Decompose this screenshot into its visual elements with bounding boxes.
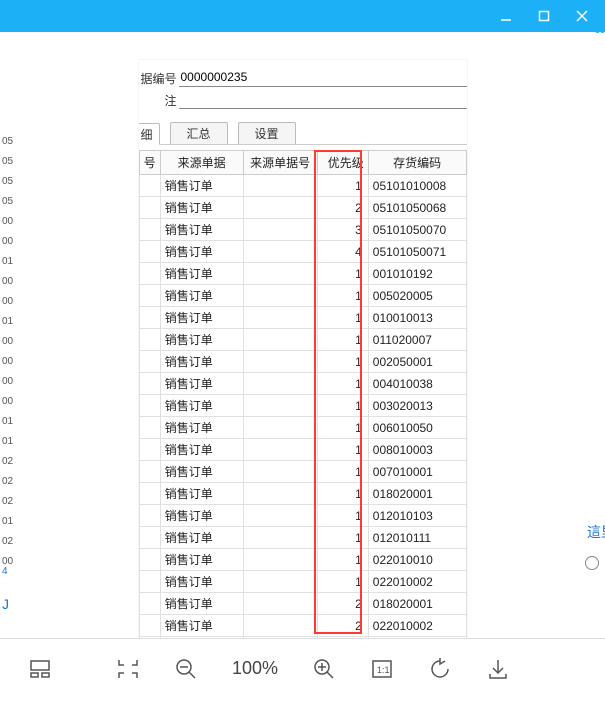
titlebar — [0, 0, 605, 32]
table-row[interactable]: 销售订单1022010002 — [139, 571, 466, 593]
col-code[interactable]: 存货编码 — [368, 151, 466, 175]
tab-detail[interactable]: 细 — [139, 123, 160, 145]
table-row[interactable]: 销售订单1006010050 — [139, 417, 466, 439]
table-row[interactable]: 销售订单1022010010 — [139, 549, 466, 571]
code-field[interactable]: 0000000235 — [179, 69, 467, 87]
table-row[interactable]: 销售订单205101050068 — [139, 197, 466, 219]
download-button[interactable] — [482, 653, 514, 685]
col-src[interactable]: 来源单据 — [160, 151, 243, 175]
table-row[interactable]: 销售订单1008010003 — [139, 439, 466, 461]
table-row[interactable]: 销售订单1012010111 — [139, 527, 466, 549]
table-row[interactable]: 销售订单2018020001 — [139, 593, 466, 615]
left-markers: 0505050500000100000100000000010102020201… — [2, 132, 13, 572]
viewer-toolbar: 100% 1:1 — [0, 638, 605, 698]
col-srcno[interactable]: 来源单据号 — [243, 151, 317, 175]
rotate-button[interactable] — [424, 653, 456, 685]
remark-label: 注 — [139, 92, 179, 109]
svg-text:1:1: 1:1 — [377, 665, 390, 675]
right-hint-text: 這里 — [587, 522, 605, 542]
crop-button[interactable] — [112, 653, 144, 685]
remark-field[interactable] — [179, 91, 467, 109]
table-row[interactable]: 销售订单1001010192 — [139, 263, 466, 285]
tab-summary[interactable]: 汇总 — [170, 122, 228, 144]
table-row[interactable]: 销售订单305101050070 — [139, 219, 466, 241]
col-num[interactable]: 号 — [139, 151, 160, 175]
zoom-out-button[interactable] — [170, 653, 202, 685]
table-row[interactable]: 销售订单405101050071 — [139, 241, 466, 263]
zoom-in-button[interactable] — [308, 653, 340, 685]
table-row[interactable]: 销售订单1012010103 — [139, 505, 466, 527]
table-row[interactable]: 销售订单1002050001 — [139, 351, 466, 373]
table-row[interactable]: 销售订单1018020001 — [139, 483, 466, 505]
table-row[interactable]: 销售订单1010010013 — [139, 307, 466, 329]
table-row[interactable]: 销售订单1011020007 — [139, 329, 466, 351]
minimize-button[interactable] — [487, 2, 525, 30]
thumbnails-button[interactable] — [24, 653, 56, 685]
code-label: 据编号 — [139, 70, 179, 87]
actual-size-button[interactable]: 1:1 — [366, 653, 398, 685]
table-row[interactable]: 销售订单1003020013 — [139, 395, 466, 417]
table-row[interactable]: 销售订单105101010008 — [139, 175, 466, 197]
tab-bar: 细 汇总 设置 — [139, 122, 467, 145]
circle-icon[interactable] — [585, 556, 599, 570]
zoom-level[interactable]: 100% — [228, 658, 282, 679]
maximize-button[interactable] — [525, 2, 563, 30]
table-row[interactable]: 销售订单2022010002 — [139, 615, 466, 637]
table-row[interactable]: 销售订单1005020005 — [139, 285, 466, 307]
left-blue-1: 4 — [2, 562, 8, 582]
col-priority[interactable]: 优先级 — [317, 151, 368, 175]
table-row[interactable]: 销售订单1004010038 — [139, 373, 466, 395]
data-table: 号 来源单据 来源单据号 优先级 存货编码 销售订单105101010008销售… — [139, 150, 467, 638]
main-panel: 据编号 0000000235 注 细 汇总 设置 号 来源单据 — [139, 60, 467, 638]
left-blue-2: J — [2, 594, 9, 614]
tab-settings[interactable]: 设置 — [238, 122, 296, 144]
table-row[interactable]: 销售订单1007010001 — [139, 461, 466, 483]
table-row[interactable]: 销售订单2001010202 — [139, 637, 466, 639]
